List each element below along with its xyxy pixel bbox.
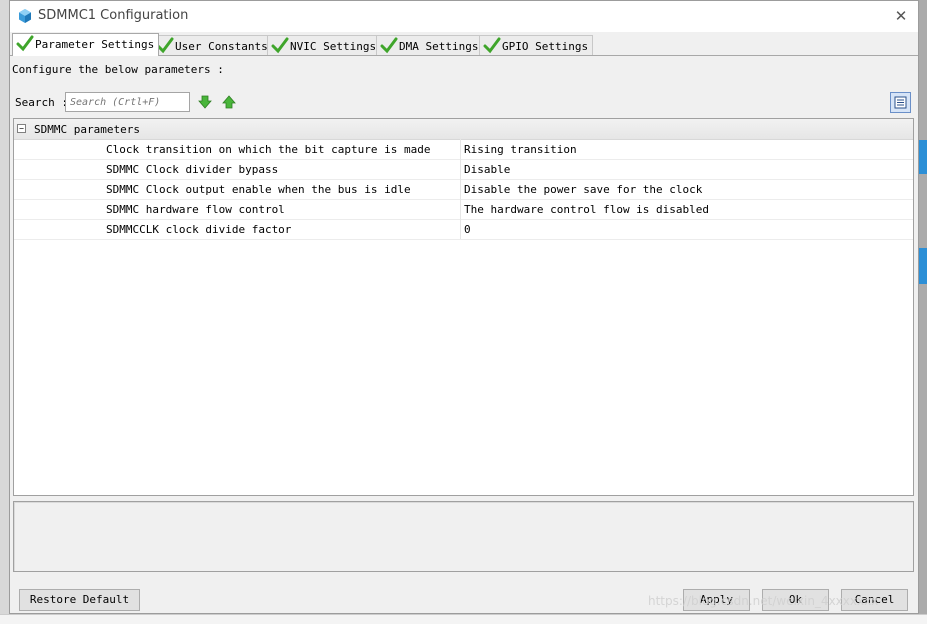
background-app-left [0,0,9,614]
param-name: SDMMC Clock divider bypass [106,163,279,176]
check-icon [483,37,501,54]
check-icon [271,37,289,54]
arrow-down-icon[interactable] [198,95,212,109]
window-title: SDMMC1 Configuration [38,8,189,23]
watermark-text: https://blog.csdn.net/weixin_4xxxxxxx [648,594,879,608]
param-value[interactable]: Disable the power save for the clock [464,183,702,196]
search-input[interactable] [65,92,190,112]
param-row[interactable]: SDMMC Clock output enable when the bus i… [14,179,913,200]
tab-label: User Constants [175,40,268,53]
tab-nvic-settings[interactable]: NVIC Settings [267,35,382,55]
param-value[interactable]: Rising transition [464,143,577,156]
group-label: SDMMC parameters [34,123,140,136]
param-row[interactable]: Clock transition on which the bit captur… [14,139,913,160]
config-dialog: SDMMC1 Configuration ✕ Parameter Setting… [9,0,919,614]
tab-gpio-settings[interactable]: GPIO Settings [479,35,594,55]
search-label: Search : [15,96,68,109]
arrow-up-icon[interactable] [222,95,236,109]
collapse-icon[interactable]: − [17,124,26,133]
tab-label: NVIC Settings [290,40,377,53]
check-icon [16,35,34,52]
param-value[interactable]: The hardware control flow is disabled [464,203,709,216]
tab-label: DMA Settings [399,40,479,53]
parameter-tree: − SDMMC parameters Clock transition on w… [13,118,914,496]
tab-label: Parameter Settings [35,38,155,51]
tab-parameter-settings[interactable]: Parameter Settings [12,33,160,56]
param-row[interactable]: SDMMCCLK clock divide factor 0 [14,219,913,240]
column-divider [460,139,461,159]
param-row[interactable]: SDMMC hardware flow control The hardware… [14,199,913,220]
description-panel [13,501,914,572]
list-view-button[interactable] [890,92,911,113]
instruction-text: Configure the below parameters : [12,63,224,76]
param-value[interactable]: 0 [464,223,471,236]
tab-label: GPIO Settings [502,40,589,53]
restore-default-button[interactable]: Restore Default [19,589,140,611]
param-name: SDMMCCLK clock divide factor [106,223,292,236]
title-bar[interactable]: SDMMC1 Configuration ✕ [10,1,918,32]
tab-user-constants[interactable]: User Constants [152,35,273,55]
background-app-accent [919,140,927,174]
background-app-accent-2 [919,248,927,284]
param-row[interactable]: SDMMC Clock divider bypass Disable [14,159,913,180]
tab-dma-settings[interactable]: DMA Settings [376,35,484,55]
cube-icon [19,9,31,23]
param-name: SDMMC hardware flow control [106,203,285,216]
list-view-icon [894,96,907,109]
close-button[interactable]: ✕ [890,5,912,27]
tree-group-sdmmc-parameters[interactable]: − SDMMC parameters [14,119,913,140]
column-divider [460,199,461,219]
check-icon [380,37,398,54]
param-name: SDMMC Clock output enable when the bus i… [106,183,411,196]
param-value[interactable]: Disable [464,163,510,176]
param-name: Clock transition on which the bit captur… [106,143,431,156]
column-divider [460,219,461,239]
column-divider [460,179,461,199]
column-divider [460,159,461,179]
